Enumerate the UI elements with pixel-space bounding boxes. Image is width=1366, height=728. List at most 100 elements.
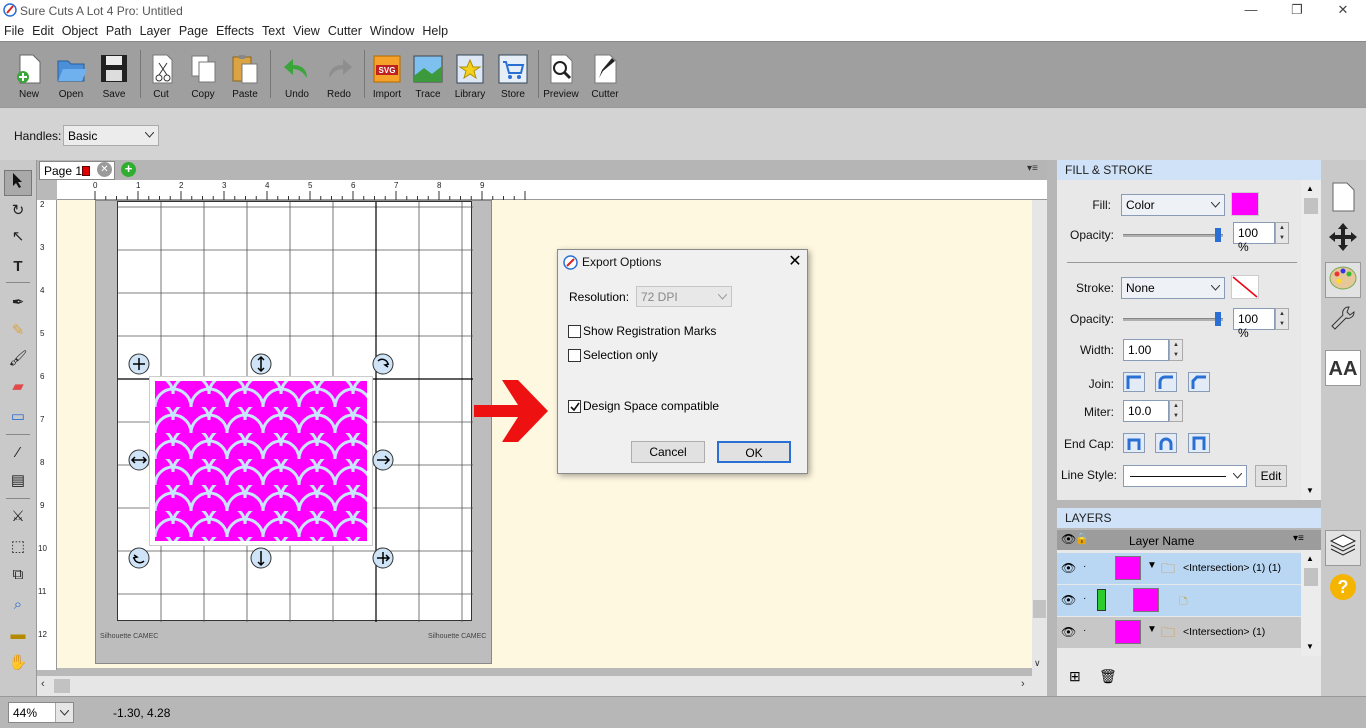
cap-round-button[interactable] [1155, 433, 1177, 453]
save-button[interactable]: Save [93, 48, 135, 104]
rectangle-tool[interactable]: ▭ [4, 404, 32, 430]
layer-row[interactable]: 👁 · ▼ 🗀 <Intersection> (1) (1) [1057, 553, 1301, 584]
visibility-eye-icon[interactable]: 👁 [1061, 561, 1076, 575]
store-button[interactable]: Store [492, 48, 534, 104]
vertical-scrollbar[interactable]: ∨ [1032, 200, 1047, 676]
pen-tool[interactable]: ✒ [4, 290, 32, 316]
stroke-type-select[interactable]: None [1121, 277, 1225, 299]
linestyle-edit-button[interactable]: Edit [1255, 465, 1287, 487]
fill-type-select[interactable]: Color [1121, 194, 1225, 216]
menu-help[interactable]: Help [418, 22, 452, 38]
menu-edit[interactable]: Edit [28, 22, 58, 38]
add-layer-icon[interactable]: ⊞ [1069, 668, 1081, 685]
undo-button[interactable]: Undo [276, 48, 318, 104]
scroll-right-arrow-icon[interactable]: › [1021, 678, 1025, 690]
scroll-up-arrow-icon[interactable]: ▲ [1306, 184, 1314, 193]
new-button[interactable]: New [8, 48, 50, 104]
horizontal-scroll-thumb[interactable] [54, 679, 70, 693]
preview-button[interactable]: Preview [540, 48, 582, 104]
fill-color-swatch[interactable] [1231, 192, 1259, 216]
zoom-dropdown-button[interactable] [55, 703, 73, 722]
layer-row[interactable]: 👁 · ▼ 🗀 <Intersection> (1) [1057, 617, 1301, 648]
resolution-select[interactable]: 72 DPI [636, 286, 732, 307]
width-input[interactable]: 1.00 [1123, 339, 1169, 361]
layers-menu-icon[interactable]: ▾≡ [1293, 533, 1304, 544]
redo-button[interactable]: Redo [318, 48, 360, 104]
stroke-opacity-slider-thumb[interactable] [1215, 312, 1221, 326]
scale-handle-top[interactable] [249, 352, 273, 376]
visibility-eye-icon[interactable]: 👁 [1061, 593, 1076, 607]
text-panel-button[interactable]: AA [1325, 350, 1361, 386]
rotate-handle-top-left[interactable] [127, 352, 151, 376]
transform-tool[interactable]: ⬚ [4, 534, 32, 560]
vertical-scroll-thumb[interactable] [1033, 600, 1046, 618]
lock-toggle-dot[interactable]: · [1083, 625, 1086, 636]
menu-window[interactable]: Window [366, 22, 418, 38]
fill-stroke-scrollbar[interactable]: ▲ ▼ [1301, 180, 1321, 500]
design-space-checkbox[interactable] [568, 400, 581, 413]
menu-file[interactable]: File [0, 22, 28, 38]
join-round-button[interactable] [1155, 372, 1177, 392]
menu-page[interactable]: Page [175, 22, 212, 38]
zoom-tool[interactable]: ⌕ [4, 592, 32, 618]
maximize-button[interactable]: ❐ [1274, 0, 1320, 22]
horizontal-scrollbar[interactable]: ‹ › [37, 676, 1047, 696]
eraser-tool[interactable]: ▰ [4, 374, 32, 400]
open-button[interactable]: Open [50, 48, 92, 104]
cut-button[interactable]: Cut [140, 48, 182, 104]
eyedropper-tool[interactable]: ⁄ [4, 440, 32, 466]
node-edit-tool[interactable]: ↖ [4, 224, 32, 250]
menu-effects[interactable]: Effects [212, 22, 258, 38]
design-space-label[interactable]: Design Space compatible [583, 399, 719, 413]
cancel-button[interactable]: Cancel [631, 441, 705, 463]
width-stepper[interactable]: ▲ ▼ [1169, 339, 1183, 361]
fill-opacity-stepper[interactable]: ▲ ▼ [1275, 222, 1289, 244]
scroll-down-arrow-icon[interactable]: ▼ [1306, 642, 1314, 651]
layers-panel-button[interactable] [1325, 530, 1361, 566]
canvas-area[interactable]: 0 1 2 3 4 5 6 7 8 9 2 3 4 5 6 7 8 9 10 1… [37, 180, 1067, 696]
measure-tool[interactable]: ▬ [4, 622, 32, 648]
selected-design[interactable] [149, 376, 373, 546]
cap-square-button[interactable] [1188, 433, 1210, 453]
menu-layer[interactable]: Layer [136, 22, 175, 38]
linestyle-select[interactable] [1123, 465, 1247, 487]
trace-button[interactable]: Trace [407, 48, 449, 104]
fill-opacity-slider[interactable] [1123, 234, 1223, 237]
menu-cutter[interactable]: Cutter [324, 22, 366, 38]
expand-triangle-icon[interactable]: ▼ [1147, 560, 1157, 571]
select-tool[interactable] [4, 170, 32, 196]
minimize-button[interactable]: — [1228, 0, 1274, 22]
close-page-icon[interactable]: ✕ [97, 162, 112, 177]
cutter-button[interactable]: Cutter [584, 48, 626, 104]
stroke-opacity-stepper[interactable]: ▲ ▼ [1275, 308, 1289, 330]
tools-panel-button[interactable] [1325, 304, 1361, 340]
ok-button[interactable]: OK [717, 441, 791, 463]
selection-only-label[interactable]: Selection only [583, 348, 658, 362]
join-bevel-button[interactable] [1188, 372, 1210, 392]
layer-name[interactable]: <Intersection> (1) [1183, 626, 1265, 638]
visibility-eye-icon[interactable]: 👁 [1061, 625, 1076, 639]
scroll-down-arrow-icon[interactable]: ∨ [1034, 658, 1041, 669]
fill-opacity-slider-thumb[interactable] [1215, 228, 1221, 242]
menu-object[interactable]: Object [58, 22, 102, 38]
layers-scrollbar[interactable]: ▲ ▼ [1301, 550, 1321, 656]
scroll-down-arrow-icon[interactable]: ▼ [1306, 486, 1314, 495]
close-window-button[interactable]: ✕ [1320, 0, 1366, 22]
menu-view[interactable]: View [289, 22, 324, 38]
rotate-handle-top-right[interactable] [371, 352, 395, 376]
brush-tool[interactable]: 🖌 [4, 346, 32, 372]
import-button[interactable]: SVG Import [366, 48, 408, 104]
lock-toggle-dot[interactable]: · [1083, 561, 1086, 572]
layer-row[interactable]: 👁 · 🗅 [1057, 585, 1301, 616]
text-tool[interactable]: T [4, 254, 32, 280]
layers-header[interactable]: LAYERS [1057, 508, 1321, 528]
scale-handle-right[interactable] [371, 448, 395, 472]
handles-select[interactable]: Basic [63, 125, 159, 146]
pencil-tool[interactable]: ✎ [4, 318, 32, 344]
copy-button[interactable]: Copy [182, 48, 224, 104]
lasso-tool[interactable]: ↻ [4, 198, 32, 224]
scroll-up-arrow-icon[interactable]: ▲ [1306, 554, 1314, 563]
panel-menu-icon[interactable]: ▾≡ [1027, 163, 1038, 174]
fill-stroke-panel-button[interactable] [1325, 262, 1361, 298]
menu-text[interactable]: Text [258, 22, 289, 38]
